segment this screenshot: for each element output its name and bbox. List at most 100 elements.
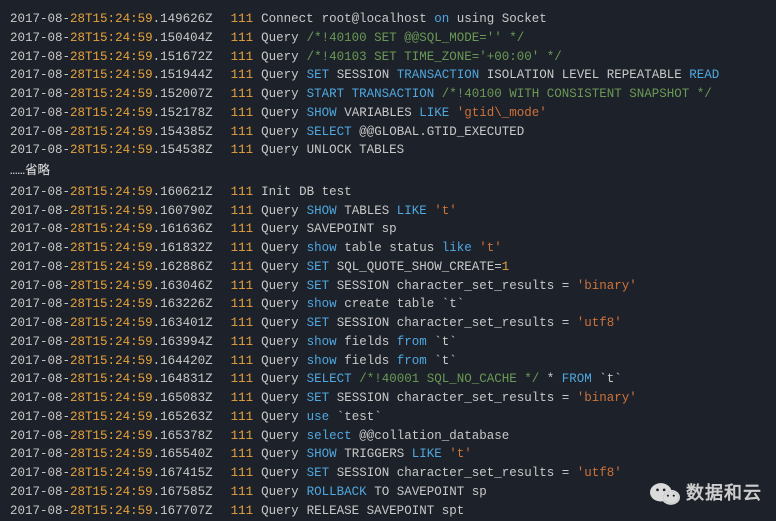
log-line: 2017-08-28T15:24:59.165083Z 111QuerySET …: [10, 389, 766, 408]
thread-id: 111: [231, 408, 254, 427]
log-line: 2017-08-28T15:24:59.151944Z 111 Query SET …: [10, 66, 766, 85]
log-line: 2017-08-28T15:24:59.151672Z 111Query/*!4…: [10, 48, 766, 67]
query-text: show fields from `t`: [307, 352, 457, 371]
thread-id: 111: [231, 277, 254, 296]
timestamp: 2017-08-28T15:24:59.163226Z: [10, 295, 231, 314]
timestamp: 2017-08-28T15:24:59.154538Z: [10, 141, 231, 160]
timestamp: 2017-08-28T15:24:59.164420Z: [10, 352, 231, 371]
wechat-icon: [650, 481, 680, 507]
thread-id: 111: [231, 85, 254, 104]
command-type: Query: [261, 295, 299, 314]
command-type: Query: [261, 239, 299, 258]
query-text: select @@collation_database: [307, 427, 510, 446]
log-line: 2017-08-28T15:24:59.152007Z 111 Query STAR…: [10, 85, 766, 104]
command-type: Query: [261, 408, 299, 427]
command-type: Query: [261, 202, 299, 221]
timestamp: 2017-08-28T15:24:59.162886Z: [10, 258, 231, 277]
thread-id: 111: [231, 202, 254, 221]
query-text: SELECT /*!40001 SQL_NO_CACHE */ * FROM `…: [307, 370, 622, 389]
query-text: SET SESSION character_set_results = 'utf…: [307, 464, 622, 483]
log-line: 2017-08-28T15:24:59.162886Z 111 Query SET …: [10, 258, 766, 277]
thread-id: 111: [231, 333, 254, 352]
timestamp: 2017-08-28T15:24:59.164831Z: [10, 370, 231, 389]
log-line: 2017-08-28T15:24:59.163994Z 111 Query show…: [10, 333, 766, 352]
command-type: Query: [261, 66, 299, 85]
command-type: Query: [261, 220, 299, 239]
log-viewer: { "ellipsis_text": "……省略", "watermark_te…: [0, 0, 776, 521]
query-text: root@localhost on using Socket: [322, 10, 547, 29]
query-text: START TRANSACTION /*!40100 WITH CONSISTE…: [307, 85, 712, 104]
log-line: 2017-08-28T15:24:59.165263Z 111Queryuse …: [10, 408, 766, 427]
timestamp: 2017-08-28T15:24:59.163994Z: [10, 333, 231, 352]
thread-id: 111: [231, 183, 254, 202]
query-text: SET SESSION TRANSACTION ISOLATION LEVEL …: [307, 66, 720, 85]
thread-id: 111: [231, 104, 254, 123]
thread-id: 111: [231, 389, 254, 408]
thread-id: 111: [231, 314, 254, 333]
query-text: SHOW TABLES LIKE 't': [307, 202, 457, 221]
query-text: show fields from `t`: [307, 333, 457, 352]
thread-id: 111: [231, 258, 254, 277]
timestamp: 2017-08-28T15:24:59.163046Z: [10, 277, 231, 296]
timestamp: 2017-08-28T15:24:59.161636Z: [10, 220, 231, 239]
timestamp: 2017-08-28T15:24:59.150404Z: [10, 29, 231, 48]
log-line: 2017-08-28T15:24:59.164831Z 111QuerySELE…: [10, 370, 766, 389]
timestamp: 2017-08-28T15:24:59.165083Z: [10, 389, 231, 408]
command-type: Connect: [261, 10, 314, 29]
query-text: /*!40103 SET TIME_ZONE='+00:00' */: [307, 48, 562, 67]
timestamp: 2017-08-28T15:24:59.167585Z: [10, 483, 231, 502]
command-type: Query: [261, 464, 299, 483]
thread-id: 111: [231, 220, 254, 239]
thread-id: 111: [231, 502, 254, 521]
timestamp: 2017-08-28T15:24:59.167415Z: [10, 464, 231, 483]
timestamp: 2017-08-28T15:24:59.167707Z: [10, 502, 231, 521]
query-text: SELECT @@GLOBAL.GTID_EXECUTED: [307, 123, 525, 142]
query-text: SHOW VARIABLES LIKE 'gtid\_mode': [307, 104, 547, 123]
timestamp: 2017-08-28T15:24:59.154385Z: [10, 123, 231, 142]
command-type: Query: [261, 389, 299, 408]
command-type: Query: [261, 258, 299, 277]
timestamp: 2017-08-28T15:24:59.165540Z: [10, 445, 231, 464]
timestamp: 2017-08-28T15:24:59.160621Z: [10, 183, 231, 202]
command-type: Query: [261, 104, 299, 123]
command-type: Query: [261, 333, 299, 352]
query-text: UNLOCK TABLES: [307, 141, 405, 160]
thread-id: 111: [231, 123, 254, 142]
log-line: 2017-08-28T15:24:59.163226Z 111Queryshow…: [10, 295, 766, 314]
thread-id: 111: [231, 10, 254, 29]
log-line: 2017-08-28T15:24:59.161832Z 111Queryshow…: [10, 239, 766, 258]
log-line: 2017-08-28T15:24:59.152178Z 111QuerySHOW…: [10, 104, 766, 123]
query-text: show create table `t`: [307, 295, 465, 314]
timestamp: 2017-08-28T15:24:59.160790Z: [10, 202, 231, 221]
command-type: Query: [261, 427, 299, 446]
query-text: SAVEPOINT sp: [307, 220, 397, 239]
watermark-text: 数据和云: [686, 480, 762, 507]
timestamp: 2017-08-28T15:24:59.149626Z: [10, 10, 231, 29]
query-text: SET SESSION character_set_results = 'bin…: [307, 277, 637, 296]
query-text: SET SQL_QUOTE_SHOW_CREATE=1: [307, 258, 510, 277]
command-type: Query: [261, 483, 299, 502]
thread-id: 111: [231, 464, 254, 483]
command-type: Query: [261, 445, 299, 464]
log-lines: 2017-08-28T15:24:59.149626Z 111 Connect ro…: [10, 10, 766, 520]
command-type: Query: [261, 277, 299, 296]
thread-id: 111: [231, 445, 254, 464]
command-type: Query: [261, 352, 299, 371]
timestamp: 2017-08-28T15:24:59.151672Z: [10, 48, 231, 67]
watermark: 数据和云: [650, 480, 762, 507]
query-text: SHOW TRIGGERS LIKE 't': [307, 445, 472, 464]
command-type: Query: [261, 85, 299, 104]
thread-id: 111: [231, 427, 254, 446]
log-line: 2017-08-28T15:24:59.164420Z 111Queryshow…: [10, 352, 766, 371]
timestamp: 2017-08-28T15:24:59.151944Z: [10, 66, 231, 85]
ellipsis-line: ……省略: [10, 160, 766, 183]
query-text: ROLLBACK TO SAVEPOINT sp: [307, 483, 487, 502]
thread-id: 111: [231, 66, 254, 85]
thread-id: 111: [231, 483, 254, 502]
log-line: 2017-08-28T15:24:59.150404Z 111Query/*!4…: [10, 29, 766, 48]
query-text: use `test`: [307, 408, 382, 427]
log-line: 2017-08-28T15:24:59.149626Z 111 Connect ro…: [10, 10, 766, 29]
command-type: Query: [261, 502, 299, 521]
timestamp: 2017-08-28T15:24:59.152007Z: [10, 85, 231, 104]
thread-id: 111: [231, 370, 254, 389]
